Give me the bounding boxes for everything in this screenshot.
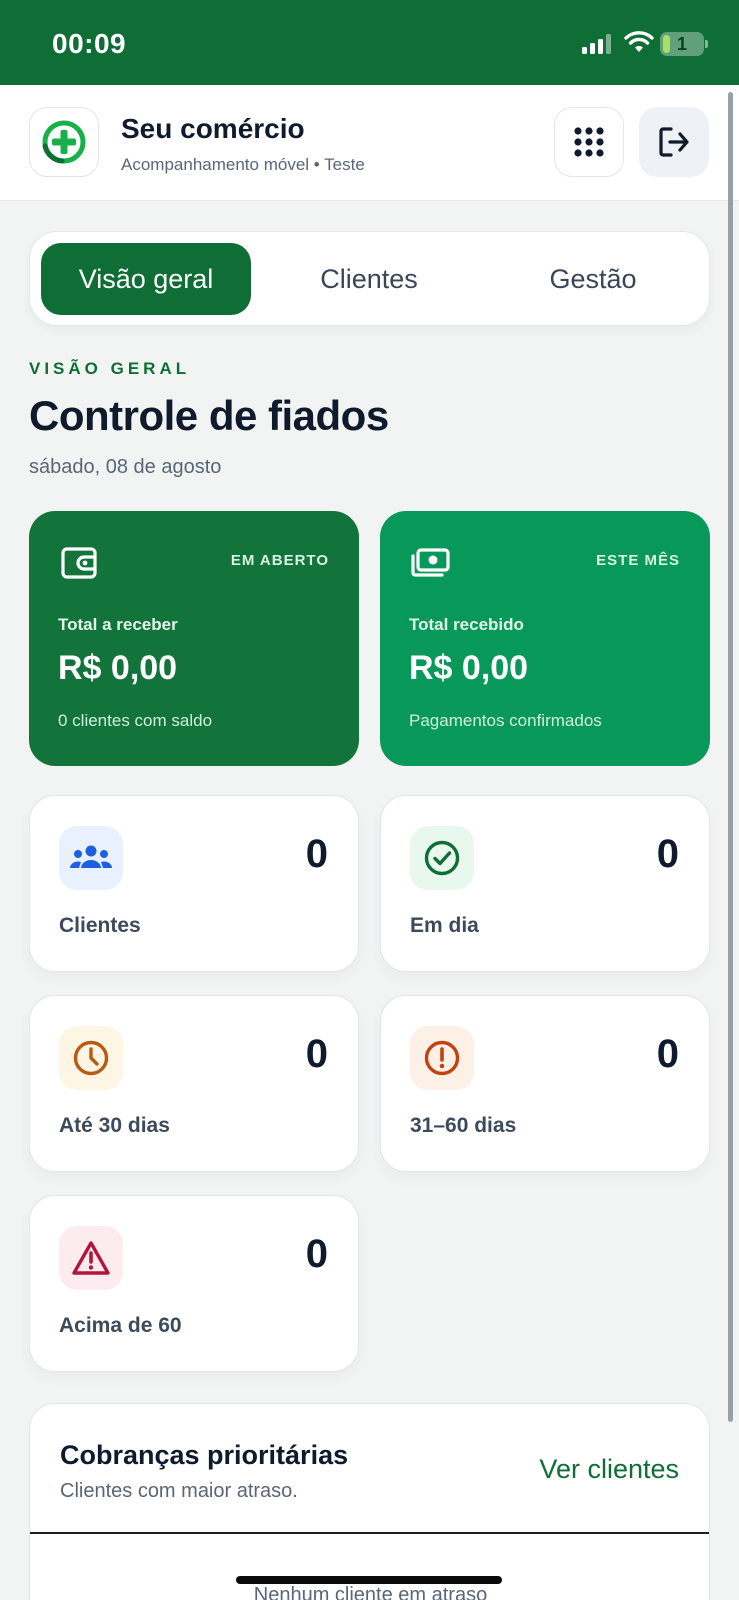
panel-title: Cobranças prioritárias (60, 1440, 349, 1470)
stat-label: Clientes (59, 914, 141, 937)
battery-level: 1 (676, 34, 687, 54)
status-bar: 00:09 1 (0, 0, 739, 85)
stat-value: 0 (656, 1032, 679, 1076)
stat-card-acima-de-60[interactable]: 0 Acima de 60 (29, 1195, 359, 1372)
battery-cap (705, 40, 708, 48)
card-value: R$ 0,00 (409, 649, 529, 687)
tab-clientes[interactable]: Clientes (264, 243, 474, 315)
tab-visao-geral[interactable]: Visão geral (41, 243, 251, 315)
section-eyebrow: VISÃO GERAL (29, 359, 191, 378)
tab-gestao[interactable]: Gestão (488, 243, 698, 315)
panel-subtitle: Clientes com maior atraso. (60, 1480, 298, 1502)
view-clients-link[interactable]: Ver clientes (539, 1454, 679, 1485)
card-tag: EM ABERTO (230, 552, 329, 569)
logout-button[interactable] (639, 107, 709, 177)
wifi-icon (624, 31, 654, 52)
stat-card-ate-30-dias[interactable]: 0 Até 30 dias (29, 995, 359, 1172)
stat-icon-badge (410, 1026, 474, 1090)
stat-value: 0 (305, 1232, 328, 1276)
stat-label: Acima de 60 (59, 1314, 182, 1337)
alert-circle-icon (424, 1040, 460, 1076)
warning-triangle-icon (72, 1241, 110, 1275)
stat-label: Em dia (410, 914, 479, 937)
current-date: sábado, 08 de agosto (29, 456, 222, 478)
stat-card-clientes[interactable]: 0 Clientes (29, 795, 359, 972)
stat-icon-badge (410, 826, 474, 890)
stat-value: 0 (305, 832, 328, 876)
stat-card-31-60-dias[interactable]: 0 31–60 dias (380, 995, 710, 1172)
apps-menu-button[interactable] (554, 107, 624, 177)
stat-card-em-dia[interactable]: 0 Em dia (380, 795, 710, 972)
empty-state-text: Nenhum cliente em atraso (253, 1584, 488, 1600)
stat-value: 0 (656, 832, 679, 876)
logout-icon (659, 127, 689, 157)
scrollbar[interactable] (728, 92, 733, 1422)
card-note: Pagamentos confirmados (409, 711, 602, 730)
plus-circle-icon (42, 120, 86, 164)
stat-label: Até 30 dias (59, 1114, 170, 1137)
wallet-icon (61, 547, 97, 579)
priority-collections-panel: Cobranças prioritárias Clientes com maio… (29, 1403, 710, 1600)
cash-icon (411, 548, 450, 577)
card-value: R$ 0,00 (58, 649, 178, 687)
stat-icon-badge (59, 1226, 123, 1290)
clock-icon (73, 1040, 109, 1076)
page-title: Controle de fiados (29, 392, 389, 439)
app-logo (29, 107, 99, 177)
app-title: Seu comércio (121, 113, 305, 144)
app-header: Seu comércio Acompanhamento móvel • Test… (0, 85, 739, 201)
stat-value: 0 (305, 1032, 328, 1076)
check-circle-icon (424, 840, 460, 876)
card-tag: ESTE MÊS (596, 552, 680, 569)
stat-label: 31–60 dias (410, 1114, 517, 1137)
grid-dots-icon (574, 127, 604, 157)
tab-bar: Visão geral Clientes Gestão (29, 231, 710, 326)
card-label: Total a receber (58, 615, 178, 634)
card-label: Total recebido (409, 615, 524, 634)
battery-icon: 1 (660, 32, 704, 56)
home-indicator[interactable] (236, 1576, 502, 1584)
card-total-recebido[interactable]: ESTE MÊS Total recebido R$ 0,00 Pagament… (380, 511, 710, 766)
stat-icon-badge (59, 826, 123, 890)
stat-icon-badge (59, 1026, 123, 1090)
status-time: 00:09 (52, 28, 127, 59)
card-note: 0 clientes com saldo (58, 711, 213, 730)
cellular-signal-icon (582, 34, 611, 54)
divider (30, 1532, 709, 1534)
card-total-a-receber[interactable]: EM ABERTO Total a receber R$ 0,00 0 clie… (29, 511, 359, 766)
users-icon (70, 845, 112, 868)
app-subtitle: Acompanhamento móvel • Teste (121, 155, 365, 174)
